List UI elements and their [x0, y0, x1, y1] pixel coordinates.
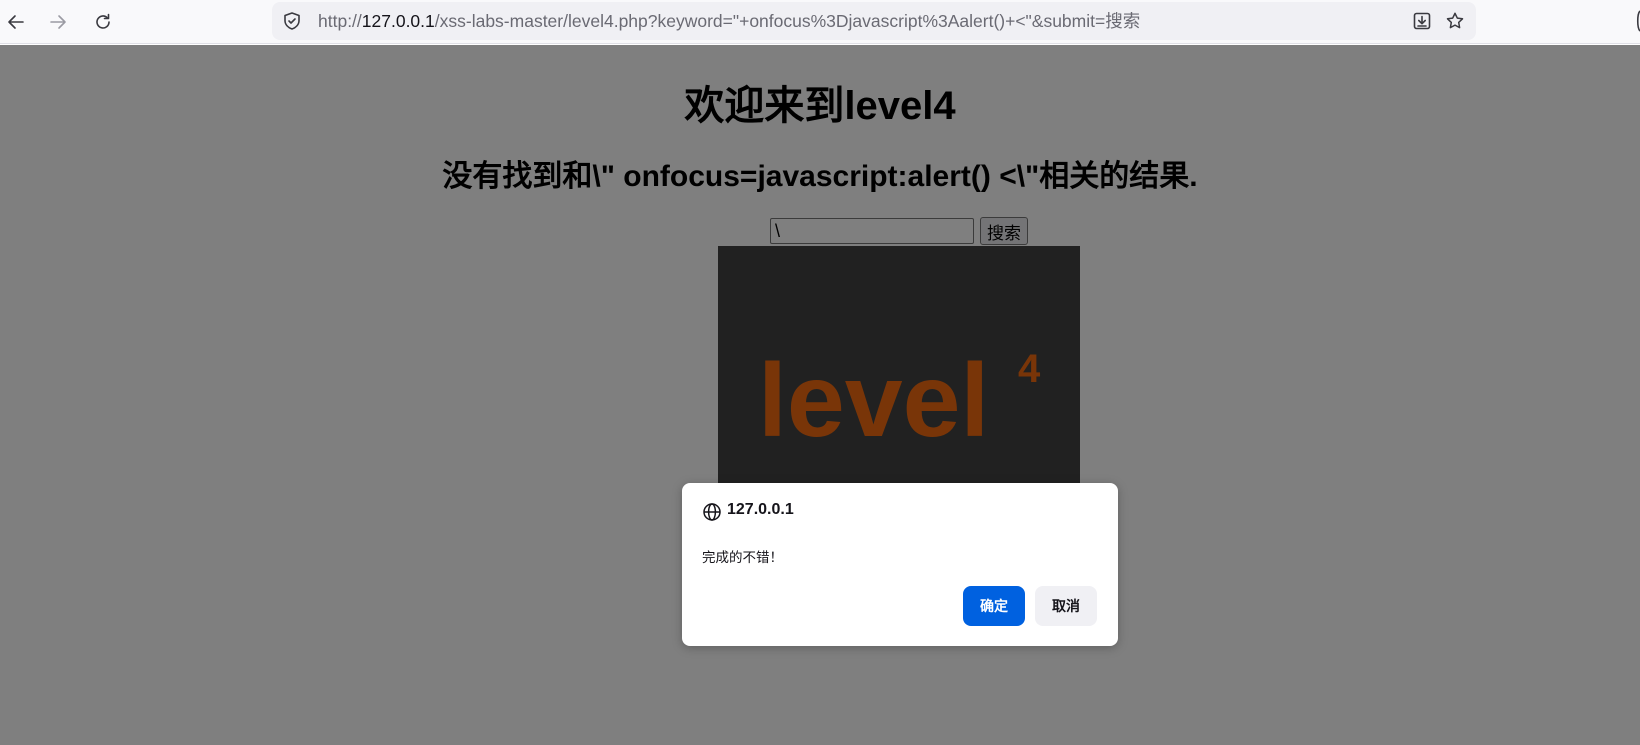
reload-button[interactable] [87, 6, 119, 38]
download-icon[interactable] [1412, 11, 1432, 31]
globe-icon [703, 503, 721, 521]
browser-toolbar: http://127.0.0.1/xss-labs-master/level4.… [0, 0, 1640, 44]
shield-icon[interactable] [282, 11, 302, 31]
address-bar[interactable]: http://127.0.0.1/xss-labs-master/level4.… [272, 2, 1476, 40]
url-scheme: http:// [318, 11, 362, 31]
url-path: /xss-labs-master/level4.php?keyword="+on… [434, 11, 1141, 31]
toolbar-overflow-icon[interactable] [1634, 8, 1640, 34]
ok-button[interactable]: 确定 [963, 586, 1025, 626]
back-arrow-icon [8, 15, 24, 29]
url-host: 127.0.0.1 [361, 11, 435, 31]
star-icon[interactable] [1445, 11, 1465, 31]
cancel-button[interactable]: 取消 [1035, 586, 1097, 626]
back-button[interactable] [0, 6, 32, 38]
dialog-origin: 127.0.0.1 [727, 501, 794, 518]
forward-arrow-icon [50, 15, 66, 29]
alert-dialog: 127.0.0.1 完成的不错！ 确定 取消 [682, 483, 1118, 646]
reload-icon [96, 13, 110, 29]
forward-button[interactable] [42, 6, 74, 38]
dialog-message: 完成的不错！ [702, 550, 783, 566]
url-text[interactable]: http://127.0.0.1/xss-labs-master/level4.… [318, 2, 1140, 40]
